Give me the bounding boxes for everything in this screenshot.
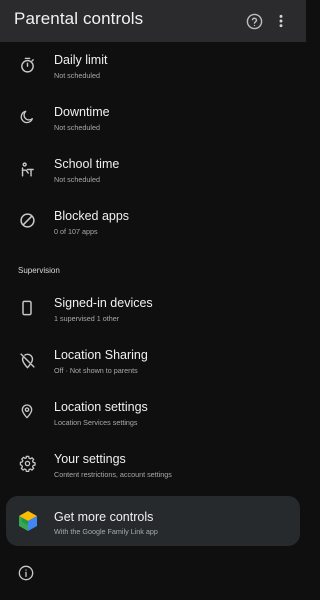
list-item-blocked-apps[interactable]: Blocked apps 0 of 107 apps <box>0 209 306 261</box>
list-item-title: Daily limit <box>54 53 108 67</box>
list-item-title: Location Sharing <box>54 348 148 362</box>
gear-icon <box>17 453 37 473</box>
phone-icon <box>17 298 37 318</box>
list-item-location-sharing[interactable]: Location Sharing Off · Not shown to pare… <box>0 348 306 400</box>
list-item-daily-limit[interactable]: Daily limit Not scheduled <box>0 53 306 105</box>
moon-icon <box>17 107 37 127</box>
card-title: Get more controls <box>54 510 154 524</box>
location-off-icon <box>17 350 37 370</box>
school-desk-icon <box>17 159 37 179</box>
list-item-title: Blocked apps <box>54 209 130 223</box>
list-item-school-time[interactable]: School time Not scheduled <box>0 157 306 209</box>
list-item-title: School time <box>54 157 120 171</box>
location-pin-icon <box>17 401 37 421</box>
card-subtitle: With the Google Family Link app <box>54 527 158 536</box>
list-item-title: Downtime <box>54 105 110 119</box>
get-more-controls-card[interactable]: Get more controls With the Google Family… <box>6 496 300 546</box>
list-item-subtitle: 1 supervised 1 other <box>54 314 120 323</box>
app-bar: Parental controls <box>0 0 306 42</box>
list-item-location-settings[interactable]: Location settings Location Services sett… <box>0 400 306 452</box>
list-item-signed-in-devices[interactable]: Signed-in devices 1 supervised 1 other <box>0 296 306 348</box>
list-item-subtitle: Content restrictions, account settings <box>54 470 172 479</box>
help-circle-icon[interactable] <box>244 11 264 31</box>
list-item-subtitle: Not scheduled <box>54 175 100 184</box>
list-item-subtitle: 0 of 107 apps <box>54 227 98 236</box>
list-item-subtitle: Off · Not shown to parents <box>54 366 138 375</box>
more-vert-icon[interactable] <box>271 11 291 31</box>
list-item-subtitle: Location Services settings <box>54 418 138 427</box>
list-item-downtime[interactable]: Downtime Not scheduled <box>0 105 306 157</box>
family-link-icon <box>18 510 38 532</box>
section-header-supervision: Supervision <box>18 266 60 275</box>
block-icon <box>17 210 37 230</box>
list-item-subtitle: Not scheduled <box>54 71 100 80</box>
list-item-title: Location settings <box>54 400 148 414</box>
info-icon[interactable] <box>18 565 36 583</box>
list-item-title: Signed-in devices <box>54 296 153 310</box>
page-title: Parental controls <box>14 9 144 28</box>
list-item-title: Your settings <box>54 452 126 466</box>
timer-icon <box>17 55 37 75</box>
list-item-subtitle: Not scheduled <box>54 123 100 132</box>
